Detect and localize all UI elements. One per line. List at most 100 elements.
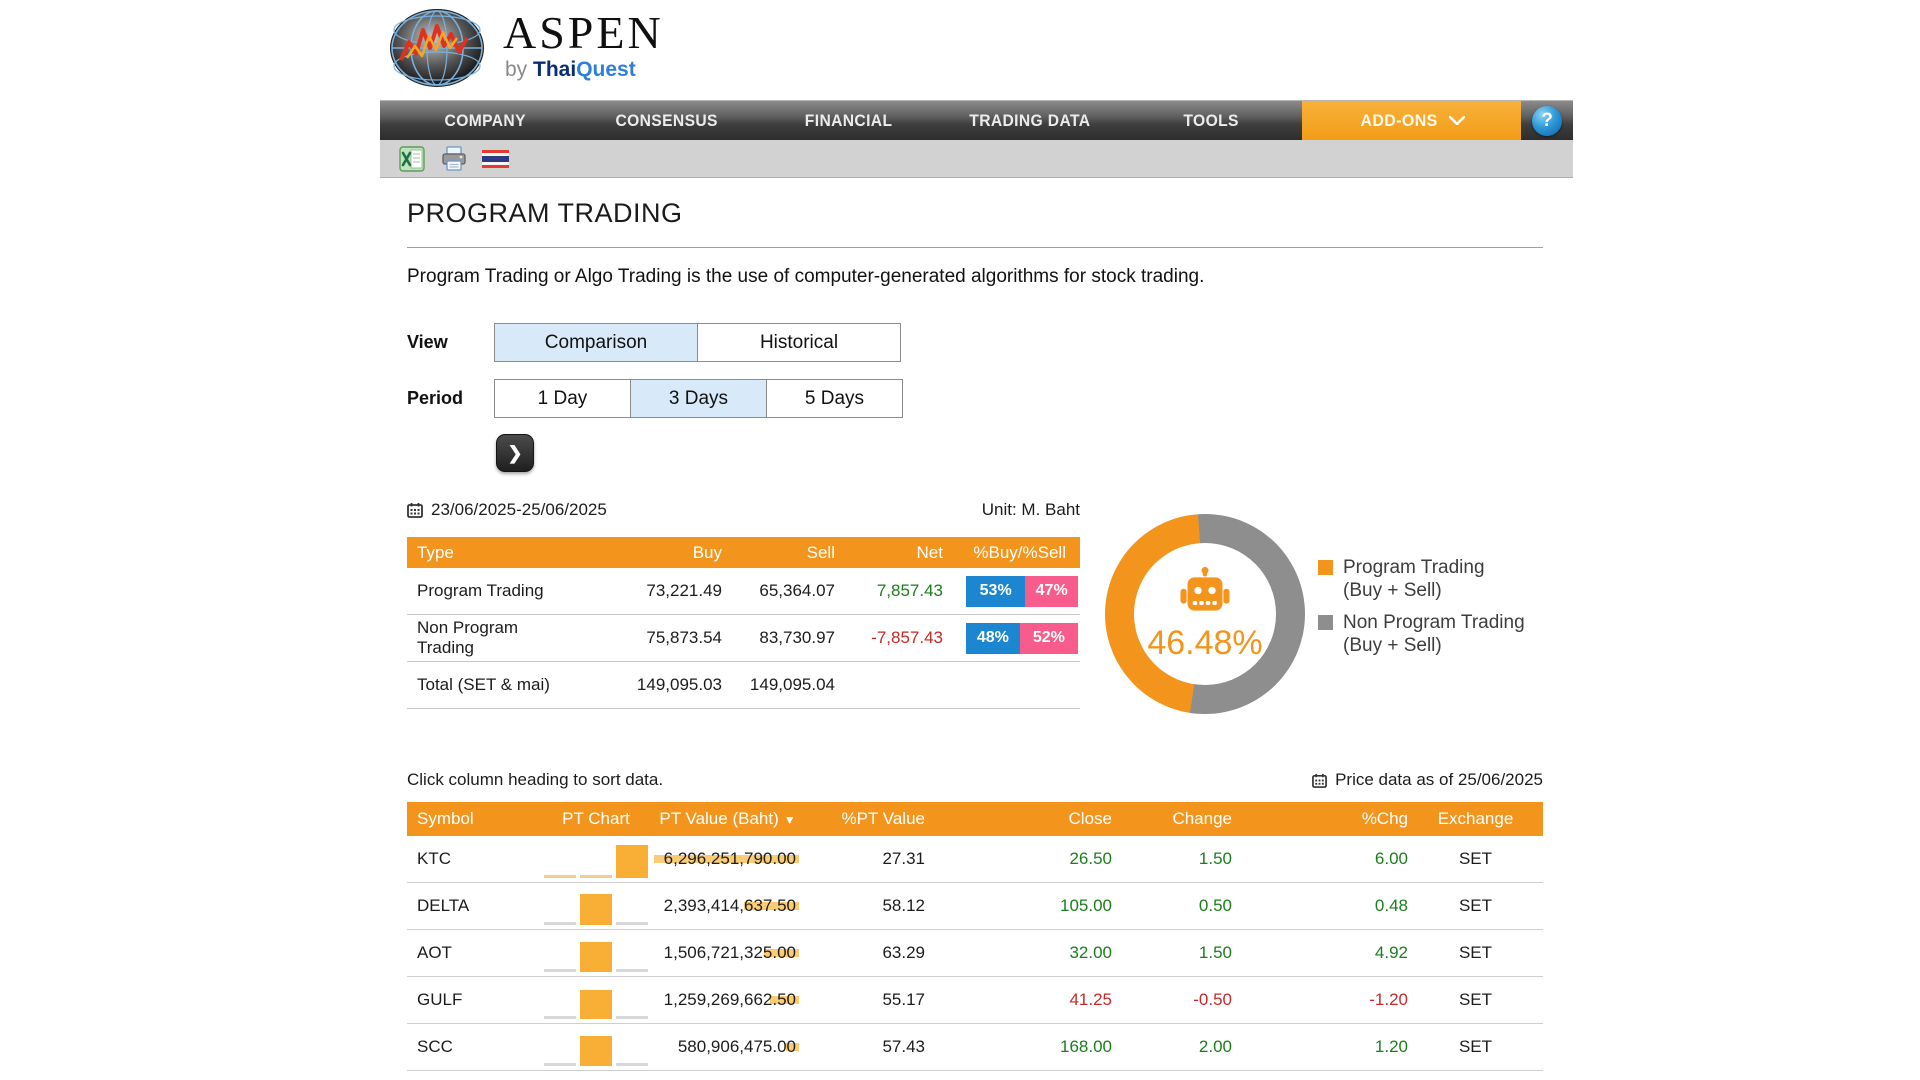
pt-mini-bar-chart [544, 934, 648, 972]
column-header-pt-chart[interactable]: PT Chart [537, 809, 655, 829]
view-option-comparison[interactable]: Comparison [494, 323, 698, 362]
pt-mini-bar-chart [544, 981, 648, 1019]
nav-item-trading-data[interactable]: TRADING DATA [939, 101, 1120, 140]
pt-chart-cell [537, 934, 655, 972]
period-option-5-days[interactable]: 5 Days [766, 379, 903, 418]
summary-buy-cell: 75,873.54 [557, 628, 722, 648]
buy-pct-badge: 48% [966, 623, 1020, 654]
minichart-bar [580, 894, 612, 925]
pt-mini-bar-chart [544, 1028, 648, 1066]
pt-value-cell: 2,393,414,637.50 [655, 896, 800, 916]
exchange-cell: SET [1408, 896, 1543, 916]
page-description: Program Trading or Algo Trading is the u… [407, 266, 1204, 288]
donut-percentage: 46.48% [1147, 624, 1262, 663]
nav-item-consensus[interactable]: CONSENSUS [576, 101, 757, 140]
legend-label: Non Program Trading(Buy + Sell) [1343, 611, 1525, 657]
minichart-bar [544, 875, 576, 878]
symbol-cell: KTC [407, 849, 537, 869]
pt-value-text: 1,259,269,662.50 [664, 990, 800, 1009]
close-cell: 26.50 [925, 849, 1112, 869]
globe-logo-icon [389, 8, 485, 88]
price-note: Price data as of 25/06/2025 [1312, 770, 1543, 790]
byline-quest: Quest [576, 58, 636, 81]
pct-chg-cell: 4.92 [1232, 943, 1408, 963]
column-header-exchange[interactable]: Exchange [1408, 809, 1543, 829]
pt-value-text: 6,296,251,790.00 [664, 849, 800, 868]
table-row-aot: AOT1,506,721,325.0063.2932.001.504.92SET [407, 930, 1543, 977]
pt-value-cell: 1,506,721,325.00 [655, 943, 800, 963]
nav-item-add-ons[interactable]: ADD-ONS [1302, 101, 1521, 140]
view-option-historical[interactable]: Historical [697, 323, 901, 362]
column-header-symbol[interactable]: Symbol [407, 809, 537, 829]
close-cell: 168.00 [925, 1037, 1112, 1057]
pt-chart-cell [537, 887, 655, 925]
table-header-row: SymbolPT ChartPT Value (Baht)▼%PT ValueC… [407, 802, 1543, 836]
calendar-icon [1312, 773, 1327, 788]
column-header-close[interactable]: Close [925, 809, 1112, 829]
print-icon[interactable] [440, 146, 467, 172]
excel-export-icon[interactable] [398, 146, 425, 172]
table-row-ktc: KTC6,296,251,790.0027.3126.501.506.00SET [407, 836, 1543, 883]
pt-value-text: 2,393,414,637.50 [664, 896, 800, 915]
summary-net-cell: 7,857.43 [835, 581, 943, 601]
program-trading-table: SymbolPT ChartPT Value (Baht)▼%PT ValueC… [407, 802, 1543, 1080]
summary-header-net: Net [835, 543, 943, 563]
column-header-pt-value-baht[interactable]: PT Value (Baht)▼ [655, 809, 800, 829]
donut-legend: Program Trading(Buy + Sell)Non Program T… [1318, 556, 1525, 666]
exchange-cell: SET [1408, 943, 1543, 963]
help-icon[interactable]: ? [1532, 106, 1562, 136]
nav-item-tools[interactable]: TOOLS [1121, 101, 1302, 140]
column-header-pt-value[interactable]: %PT Value [800, 809, 925, 829]
table-row-partial [407, 1071, 1543, 1080]
brand-text: ASPEN by ThaiQuest [503, 8, 664, 82]
robot-icon [1177, 566, 1233, 622]
calendar-icon [407, 502, 423, 518]
exchange-cell: SET [1408, 1037, 1543, 1057]
view-toggle: ComparisonHistorical [494, 323, 901, 362]
pct-chg-cell: 0.48 [1232, 896, 1408, 916]
summary-header-type: Type [407, 543, 557, 563]
nav-item-label: TOOLS [1184, 111, 1239, 131]
thai-flag-icon[interactable] [482, 146, 509, 172]
legend-item-non-program-trading: Non Program Trading(Buy + Sell) [1318, 611, 1525, 657]
add-ons-label: ADD-ONS [1360, 111, 1437, 131]
close-cell: 105.00 [925, 896, 1112, 916]
summary-unit: Unit: M. Baht [982, 500, 1080, 520]
close-cell: 41.25 [925, 990, 1112, 1010]
pct-chg-cell: 6.00 [1232, 849, 1408, 869]
change-cell: 2.00 [1112, 1037, 1232, 1057]
minichart-bar [580, 942, 612, 972]
minichart-bar [616, 922, 648, 925]
help-glyph: ? [1541, 110, 1553, 132]
nav-item-label: COMPANY [445, 111, 526, 131]
summary-table-body: Program Trading73,221.4965,364.077,857.4… [407, 568, 1080, 709]
nav-item-company[interactable]: COMPANY [395, 101, 576, 140]
summary-date-range: 23/06/2025-25/06/2025 [431, 500, 607, 520]
table-row-scc: SCC580,906,475.0057.43168.002.001.20SET [407, 1024, 1543, 1071]
buy-sell-ratio-badge: 53%47% [966, 576, 1078, 607]
view-label: View [407, 332, 448, 353]
period-option-1-day[interactable]: 1 Day [494, 379, 631, 418]
pt-chart-cell [537, 1028, 655, 1066]
nav-item-financial[interactable]: FINANCIAL [758, 101, 939, 140]
submit-button[interactable]: ❯ [496, 434, 534, 472]
column-header-change[interactable]: Change [1112, 809, 1232, 829]
minichart-bar [544, 969, 576, 972]
program-trading-donut-chart: 46.48% [1105, 514, 1305, 714]
symbol-cell: DELTA [407, 896, 537, 916]
change-cell: 1.50 [1112, 849, 1232, 869]
app-logo: ASPEN by ThaiQuest [389, 8, 664, 88]
sort-desc-icon: ▼ [784, 813, 796, 827]
period-option-3-days[interactable]: 3 Days [630, 379, 767, 418]
pt-value-cell: 6,296,251,790.00 [655, 849, 800, 869]
byline-thai: Thai [533, 58, 576, 81]
pct-chg-cell: -1.20 [1232, 990, 1408, 1010]
donut-center: 46.48% [1134, 543, 1276, 685]
legend-label-line2: (Buy + Sell) [1343, 579, 1485, 602]
minichart-bar [580, 875, 612, 878]
summary-badge-cell: 53%47% [943, 576, 1080, 607]
exchange-cell: SET [1408, 990, 1543, 1010]
column-header-chg[interactable]: %Chg [1232, 809, 1408, 829]
minichart-bar [544, 1016, 576, 1019]
nav-item-label: CONSENSUS [616, 111, 718, 131]
